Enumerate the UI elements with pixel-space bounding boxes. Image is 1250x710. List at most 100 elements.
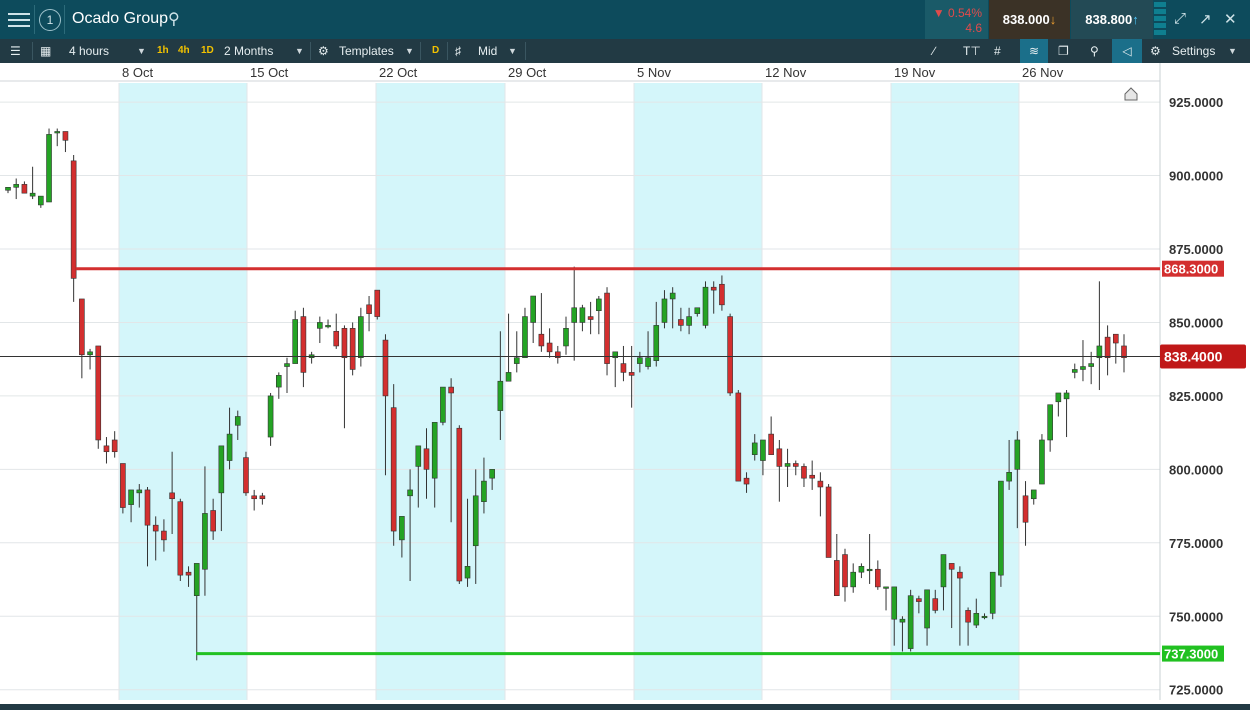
candle-body	[46, 134, 52, 203]
candle-body	[70, 160, 77, 279]
candle-body	[489, 469, 495, 479]
expand-icon[interactable]: ⤢	[1174, 10, 1186, 27]
gear-icon[interactable]: ⚙	[1150, 39, 1161, 63]
candle-body	[95, 345, 102, 441]
candle-body	[694, 307, 701, 314]
y-tick-label: 900.0000	[1169, 169, 1223, 184]
search-icon[interactable]: ⚲	[168, 9, 180, 29]
chevron-down-icon[interactable]: ▼	[1228, 39, 1237, 63]
chart-toolbar: ☰ ▦ 4 hours ▼ 1h 4h 1D 2 Months ▼ ⚙ Temp…	[0, 39, 1250, 63]
candle-body	[833, 560, 840, 596]
candle-body	[103, 445, 110, 453]
candle-body	[669, 292, 676, 300]
chevron-down-icon[interactable]: ▼	[295, 39, 304, 63]
candle-body	[743, 477, 750, 485]
x-tick-label: 12 Nov	[765, 65, 807, 80]
interval-1h-button[interactable]: 1h	[155, 43, 171, 59]
y-tick-label: 750.0000	[1169, 609, 1223, 624]
candle-body	[136, 489, 143, 494]
divider	[32, 42, 33, 60]
sell-button[interactable]: 838.000↓	[989, 0, 1070, 39]
candle-body	[735, 392, 742, 482]
y-tick-label: 850.0000	[1169, 315, 1223, 330]
interval-1d-button[interactable]: 1D	[199, 43, 216, 59]
candle-body	[226, 433, 233, 461]
instrument-title[interactable]: Ocado Group	[72, 10, 168, 28]
templates-button[interactable]: Templates	[339, 39, 394, 63]
x-tick-label: 26 Nov	[1022, 65, 1064, 80]
drawing-mode-button[interactable]: D	[430, 43, 441, 59]
candle-body	[760, 439, 766, 461]
info-icon[interactable]: 1	[39, 9, 61, 31]
candle-body	[161, 530, 167, 541]
candle-body	[284, 363, 290, 367]
candle-body	[505, 372, 512, 382]
candle-body	[21, 184, 28, 194]
candle-body	[1071, 369, 1078, 373]
candle-body	[358, 316, 364, 359]
y-tick-label: 925.0000	[1169, 95, 1223, 110]
templates-icon[interactable]: ⚙	[318, 39, 329, 63]
trendline-icon[interactable]: ∕	[933, 39, 935, 63]
candle-body	[128, 489, 134, 505]
alert-icon[interactable]: ⚲	[1090, 39, 1099, 63]
settings-button[interactable]: Settings	[1172, 39, 1215, 63]
buy-price: 838.800	[1085, 12, 1133, 27]
candle-body	[973, 613, 980, 626]
candle-body	[275, 375, 282, 388]
candle-body	[111, 439, 118, 453]
candle-body	[1112, 333, 1119, 344]
list-icon[interactable]: ☰	[10, 39, 21, 63]
popout-icon[interactable]: ↗	[1199, 10, 1212, 28]
candle-body	[1096, 345, 1103, 359]
x-tick-label: 15 Oct	[250, 65, 289, 80]
candle-body	[522, 316, 528, 359]
range-select[interactable]: 2 Months	[224, 39, 273, 63]
candle-body	[850, 571, 857, 588]
hamburger-menu-icon[interactable]	[6, 9, 32, 31]
grid-icon[interactable]: #	[994, 39, 1001, 63]
candle-type-icon[interactable]: ♯	[455, 39, 461, 63]
candle-body	[251, 495, 257, 500]
candle-body	[120, 463, 126, 508]
fibonacci-icon[interactable]: ≋	[1020, 39, 1048, 63]
copy-icon[interactable]: ❐	[1058, 39, 1069, 63]
buy-button[interactable]: 838.800↑	[1071, 0, 1153, 39]
interval-select[interactable]: 4 hours	[69, 39, 109, 63]
chevron-down-icon[interactable]: ▼	[137, 39, 146, 63]
candle-body	[596, 298, 602, 312]
candle-body	[957, 571, 963, 579]
tag-icon[interactable]: ◁	[1112, 39, 1142, 63]
current-price-label: 838.4000	[1164, 349, 1223, 365]
candle-body	[341, 328, 348, 359]
candle-body	[842, 554, 848, 588]
candle-body	[1063, 392, 1070, 400]
y-tick-label: 775.0000	[1169, 536, 1223, 551]
x-tick-label: 8 Oct	[122, 65, 153, 80]
price-type-select[interactable]: Mid	[478, 39, 497, 63]
candle-body	[1030, 489, 1037, 500]
price-chart[interactable]: 925.0000 900.0000 875.0000 850.0000 825.0000…	[0, 63, 1250, 710]
candle-body	[628, 372, 635, 376]
bottom-bar	[0, 704, 1250, 710]
down-arrow-icon: ↓	[1049, 12, 1057, 27]
chevron-down-icon[interactable]: ▼	[405, 39, 414, 63]
candle-body	[415, 445, 422, 467]
candle-body	[13, 184, 20, 188]
candle-body	[776, 448, 783, 467]
chevron-down-icon[interactable]: ▼	[508, 39, 517, 63]
candle-body	[177, 501, 184, 576]
layout-icon[interactable]: ▦	[40, 39, 51, 63]
divider	[447, 42, 448, 60]
close-icon[interactable]: ✕	[1224, 10, 1237, 28]
candle-body	[768, 433, 774, 455]
candlestick-chart[interactable]: 925.0000 900.0000 875.0000 850.0000 825.0000…	[0, 63, 1250, 710]
candle-body	[571, 307, 578, 323]
candle-body	[185, 571, 192, 576]
x-tick-label: 19 Nov	[894, 65, 936, 80]
top-bar: 1 Ocado Group ⚲ ▼ 0.54% 4.6 838.000↓ 838…	[0, 0, 1250, 39]
candle-body	[883, 586, 889, 589]
interval-4h-button[interactable]: 4h	[176, 43, 192, 59]
candle-body	[899, 618, 906, 623]
text-tool-icon[interactable]: T⊤	[963, 39, 981, 63]
